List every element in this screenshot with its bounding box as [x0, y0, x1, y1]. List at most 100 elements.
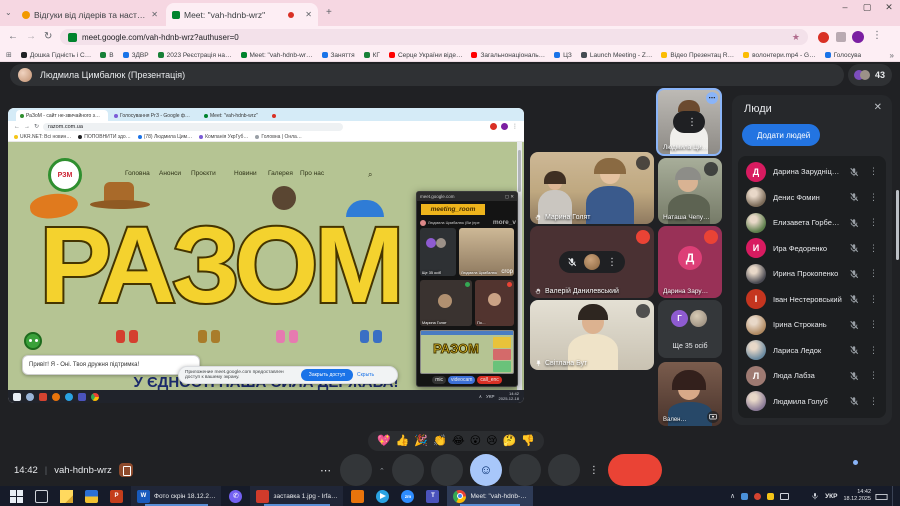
participant-menu-icon[interactable]: ⋮ — [869, 396, 878, 407]
reload-icon[interactable]: ↻ — [44, 31, 52, 42]
overflow-tile[interactable]: Г Ще 35 осіб — [658, 300, 722, 358]
list-item[interactable]: Елизавета Горбенко⋮ — [738, 210, 886, 236]
reaction-emoji[interactable]: 👏 — [433, 436, 447, 447]
bookmark-item[interactable]: В — [100, 52, 113, 59]
participant-menu-icon[interactable]: ⋮ — [869, 294, 878, 305]
show-desktop-button[interactable] — [892, 486, 896, 506]
taskbar-app-word[interactable]: WФото скрін 18.12.2… — [131, 486, 221, 506]
browser-tab-2[interactable]: Meet: "vah-hdnb-wrz" ✕ — [166, 3, 318, 26]
bookmark-item[interactable]: Серце України віде… — [389, 52, 463, 59]
stop-sharing-button[interactable]: Закрыть доступ — [301, 369, 353, 381]
taskbar-app-viber[interactable]: ✆ — [223, 486, 248, 506]
video-tile-marina[interactable]: Марина Голят — [530, 152, 654, 224]
self-tile-hover-controls[interactable]: ⋮ — [673, 111, 705, 133]
participant-menu-icon[interactable]: ⋮ — [869, 243, 878, 254]
window-maximize-button[interactable]: ▢ — [858, 2, 876, 13]
video-tile-valerii[interactable]: ⋮ Валерій Данилевський — [530, 226, 654, 298]
bookmark-item[interactable]: Meet: "vah-hdnb-wr… — [241, 52, 313, 59]
participant-menu-icon[interactable]: ⋮ — [869, 166, 878, 177]
list-item[interactable]: Ірина Строкань⋮ — [738, 312, 886, 338]
reaction-emoji[interactable]: 💖 — [377, 436, 391, 447]
self-video-tile[interactable]: ⋯ ⋮ Людмила Ци… — [656, 88, 722, 156]
bookmark-item[interactable]: Дошка Гідність і С… — [21, 52, 91, 59]
bookmark-item[interactable]: Загальнонаціональ… — [471, 52, 545, 59]
participant-menu-icon[interactable]: ⋮ — [869, 192, 878, 203]
list-item[interactable]: ДДарина Зарудніцька⋮ — [738, 159, 886, 185]
taskbar-app-task-view[interactable] — [29, 486, 54, 506]
bookmark-item[interactable]: ЦЗ — [554, 52, 572, 59]
tray-mic-icon[interactable] — [810, 492, 819, 501]
video-tile-valentyna[interactable]: Вален… — [658, 362, 722, 426]
video-tile-svitlana[interactable]: Світлана Бут — [530, 300, 654, 370]
video-tile-natasha[interactable]: Наташа Чепу… — [658, 158, 722, 224]
bookmark-item[interactable]: Launch Meeting - Z… — [581, 52, 653, 59]
list-item[interactable]: ІІван Нестеровський⋮ — [738, 287, 886, 313]
new-tab-button[interactable]: + — [326, 7, 332, 18]
list-item[interactable]: Ирина Прокопенко⋮ — [738, 261, 886, 287]
volume-icon[interactable] — [795, 492, 804, 501]
list-item[interactable]: ИИра Федоренко⋮ — [738, 236, 886, 262]
taskbar-app-teams[interactable]: T — [420, 486, 445, 506]
bookmark-item[interactable]: ЗДВР — [123, 52, 149, 59]
participant-menu-icon[interactable]: ⋮ — [869, 268, 878, 279]
present-button[interactable] — [431, 454, 463, 486]
forward-icon[interactable]: → — [26, 31, 36, 42]
taskbar-clock[interactable]: 14:42 18.12.2025 — [843, 489, 871, 503]
apps-grid-icon[interactable]: ⊞ — [6, 51, 12, 59]
tile-menu-icon[interactable]: ⋮ — [687, 117, 697, 128]
close-tab-icon[interactable]: ✕ — [305, 10, 312, 19]
browser-menu-icon[interactable]: ⋮ — [872, 30, 882, 41]
record-extension-icon[interactable] — [818, 32, 829, 43]
reaction-emoji[interactable]: 🤔 — [503, 436, 517, 447]
notifications-icon[interactable]: ▭ — [877, 492, 886, 501]
back-icon[interactable]: ← — [8, 31, 18, 42]
reaction-emoji[interactable]: 😂 — [452, 436, 465, 447]
taskbar-app-telegram[interactable] — [370, 486, 395, 506]
extension-icon[interactable] — [836, 32, 846, 42]
reaction-emoji[interactable]: 🎉 — [414, 436, 428, 447]
network-icon[interactable] — [780, 493, 789, 500]
close-panel-icon[interactable]: ✕ — [874, 102, 882, 113]
camera-options-caret-icon[interactable]: ⌃ — [379, 467, 385, 475]
bookmark-item[interactable]: Відео Презентац R… — [661, 52, 734, 59]
tray-app-icon[interactable] — [741, 493, 748, 500]
raise-hand-button[interactable] — [548, 454, 580, 486]
participant-menu-icon[interactable]: ⋮ — [869, 217, 878, 228]
browser-tab-1[interactable]: Відгуки від лідерів та наставн… ✕ — [16, 3, 164, 26]
hide-notice-link[interactable]: Скрыть — [357, 372, 374, 378]
more-options-button[interactable]: ⋮ — [587, 465, 601, 476]
captions-button[interactable] — [509, 454, 541, 486]
participant-menu-icon[interactable]: ⋮ — [869, 345, 878, 356]
tray-expand-icon[interactable]: ∧ — [730, 492, 735, 500]
bookmarks-overflow-icon[interactable]: » — [890, 51, 894, 60]
taskbar-app-defender[interactable] — [79, 486, 104, 506]
camera-button[interactable] — [392, 454, 424, 486]
panel-scrollbar[interactable] — [896, 190, 899, 260]
mic-button[interactable] — [340, 454, 372, 486]
reaction-emoji[interactable]: 👎 — [521, 436, 535, 447]
end-call-button[interactable] — [608, 454, 662, 486]
close-tab-icon[interactable]: ✕ — [151, 10, 158, 19]
list-item[interactable]: Денис Фомин⋮ — [738, 185, 886, 211]
taskbar-app-start[interactable] — [4, 486, 29, 506]
more-options-badge[interactable]: ⋯ — [706, 92, 718, 104]
address-bar[interactable]: meet.google.com/vah-hdnb-wrz?authuser=0 … — [60, 29, 808, 45]
taskbar-app-photos[interactable] — [345, 486, 370, 506]
taskbar-app-irfanview[interactable]: заставка 1.jpg - Irfa… — [250, 486, 343, 506]
reaction-emoji[interactable]: 😢 — [486, 436, 497, 447]
window-close-button[interactable]: ✕ — [880, 2, 898, 13]
participant-count-pill[interactable]: 43 — [848, 64, 892, 86]
tile-menu-icon[interactable]: ⋮ — [607, 257, 617, 268]
profile-avatar[interactable] — [852, 31, 864, 43]
reactions-button[interactable]: ☺ — [470, 454, 502, 486]
taskbar-app-powerpoint[interactable]: P — [104, 486, 129, 506]
window-minimize-button[interactable]: – — [836, 2, 854, 12]
bookmark-star-icon[interactable]: ★ — [792, 32, 800, 43]
bookmark-item[interactable]: Голосування 2021 І… — [825, 52, 861, 59]
bookmark-item[interactable]: волонтери.mp4 - G… — [743, 52, 815, 59]
tile-hover-controls[interactable]: ⋮ — [559, 251, 625, 273]
tab-search-chevron-icon[interactable]: ⌄ — [5, 8, 12, 17]
bookmark-item[interactable]: КГ — [364, 52, 380, 59]
reaction-emoji[interactable]: 👍 — [396, 436, 410, 447]
language-indicator[interactable]: УКР — [825, 493, 837, 500]
